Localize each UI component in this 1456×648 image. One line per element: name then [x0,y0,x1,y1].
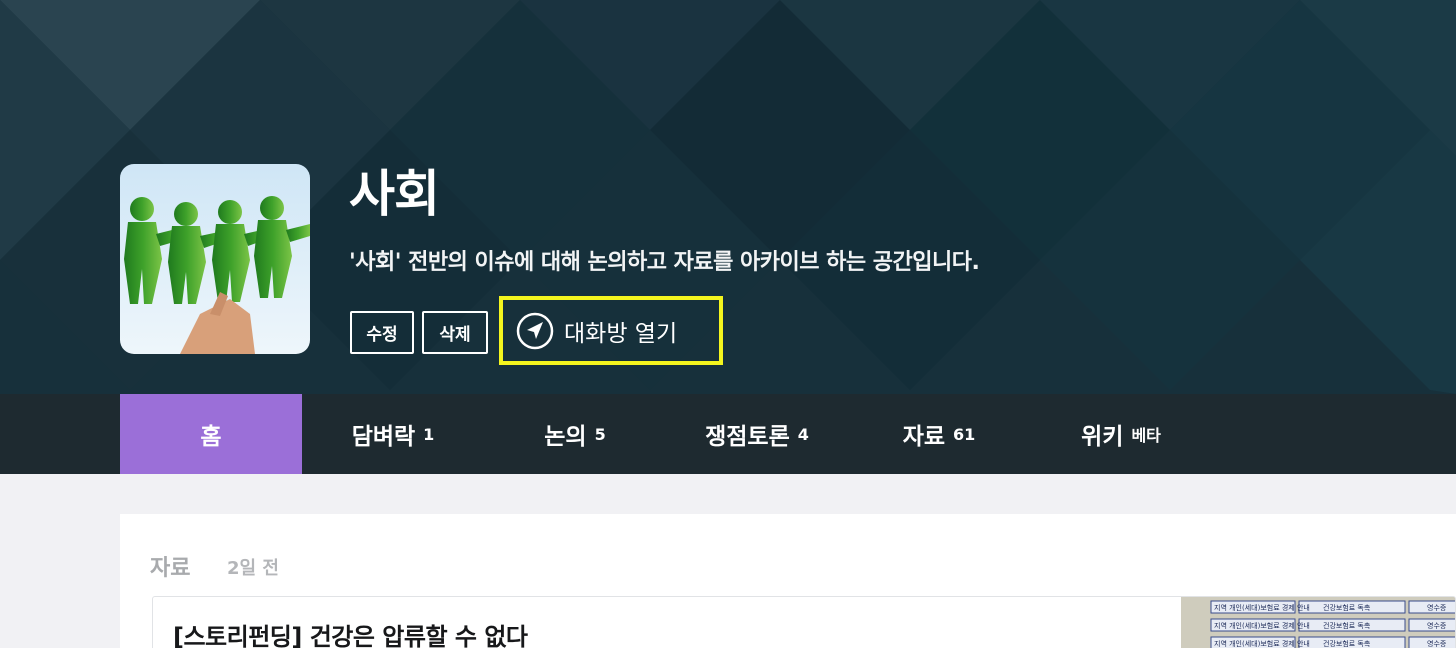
open-chat-label: 대화방 열기 [564,320,678,347]
post-title: [스토리펀딩] 건강은 압류할 수 없다 [173,623,528,648]
group-thumbnail [120,164,310,354]
thumb-text: 건강보험료 독촉 [1323,639,1371,648]
tab-label: 담벼락 [351,424,416,450]
tab-archive[interactable]: 자료 61 [848,394,1030,474]
tab-label: 쟁점토론 [705,424,790,450]
tab-count: 1 [423,424,435,444]
tab-count: 4 [797,424,809,444]
thumb-text: 영수증 [1427,639,1447,648]
tab-count: 5 [594,424,606,444]
group-tab-bar: 홈 담벼락 1 논의 5 쟁점토론 4 자료 61 위키 베타 [0,394,1456,474]
open-chat-button[interactable]: 대화방 열기 [499,296,723,365]
post-time: 2일 전 [227,558,279,579]
thumb-text: 지역 개인(세대)보험료 경제 안내 [1214,603,1310,612]
thumb-text: 건강보험료 독촉 [1323,621,1371,630]
paper-people-chain-image [120,164,310,354]
thumb-text: 영수증 [1427,603,1447,612]
navigation-arrow-icon [516,312,554,350]
tab-label: 자료 [902,424,946,450]
thumb-text: 건강보험료 독촉 [1323,603,1371,612]
thumb-text: 지역 개인(세대)보험료 경제 안내 [1214,639,1310,648]
post-category: 자료 [150,556,191,581]
tab-badge: 베타 [1131,426,1161,445]
receipt-photo: 지역 개인(세대)보험료 경제 안내 건강보험료 독촉 영수증 지역 개인(세대… [1181,597,1455,648]
tab-wall[interactable]: 담벼락 1 [302,394,484,474]
group-header: 사회 '사회' 전반의 이슈에 대해 논의하고 자료를 아카이브 하는 공간입니… [0,0,1456,394]
group-title: 사회 [349,165,440,223]
post-link[interactable]: [스토리펀딩] 건강은 압류할 수 없다 지역 개인(세대)보험료 경제 안내 … [152,596,1456,648]
tab-discussion[interactable]: 논의 5 [484,394,666,474]
tab-wiki[interactable]: 위키 베타 [1030,394,1212,474]
tab-debate[interactable]: 쟁점토론 4 [666,394,848,474]
edit-button[interactable]: 수정 [350,311,414,354]
feed-card: 자료 2일 전 [스토리펀딩] 건강은 압류할 수 없다 지역 개인(세대)보험… [120,514,1456,648]
thumb-text: 영수증 [1427,621,1447,630]
tab-count: 61 [953,424,976,444]
delete-button[interactable]: 삭제 [422,311,488,354]
group-description: '사회' 전반의 이슈에 대해 논의하고 자료를 아카이브 하는 공간입니다. [349,250,980,275]
tab-home[interactable]: 홈 [120,394,302,474]
tab-label: 논의 [544,424,587,450]
post-thumbnail: 지역 개인(세대)보험료 경제 안내 건강보험료 독촉 영수증 지역 개인(세대… [1181,597,1455,648]
tab-label: 위키 [1081,424,1124,450]
tab-label: 홈 [200,424,222,450]
thumb-text: 지역 개인(세대)보험료 경제 안내 [1214,621,1310,630]
